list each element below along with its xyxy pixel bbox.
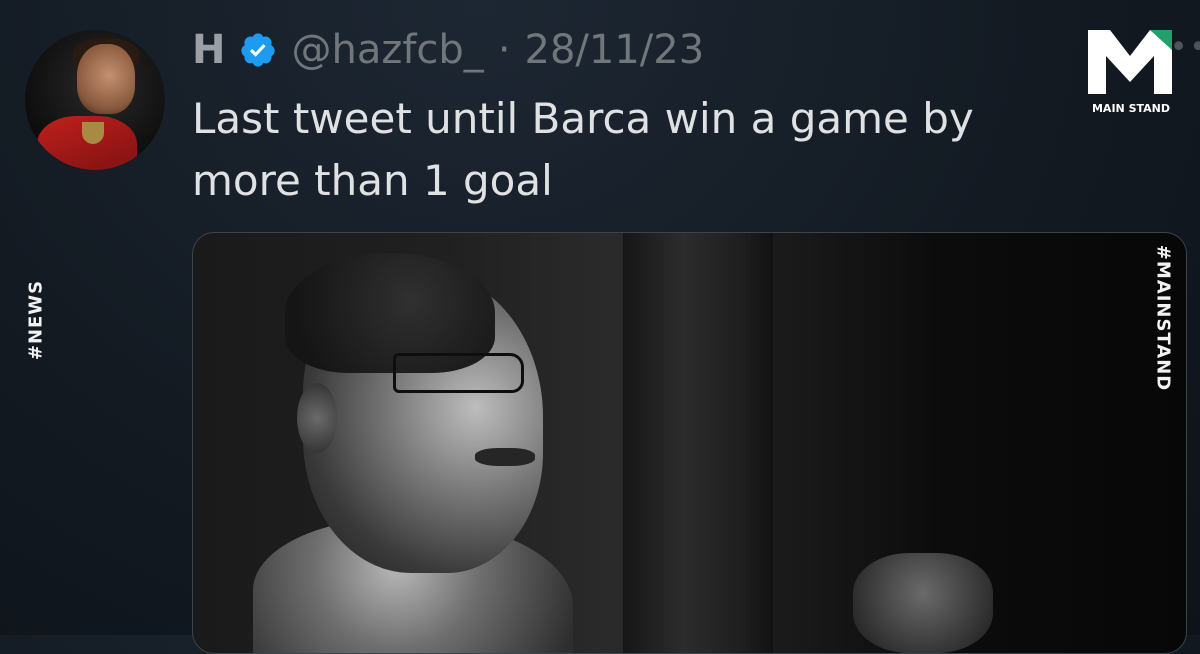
avatar-face bbox=[77, 44, 135, 114]
verified-badge-icon bbox=[241, 33, 276, 67]
display-name[interactable]: H bbox=[192, 27, 225, 73]
header-separator: · bbox=[497, 27, 511, 73]
news-side-tag: #NEWS bbox=[25, 279, 47, 361]
man-mustache bbox=[475, 448, 535, 466]
mainstand-side-tag: #MAINSTAND bbox=[1152, 244, 1174, 392]
tweet-text: Last tweet until Barca win a game by mor… bbox=[192, 94, 974, 205]
man-ear bbox=[297, 383, 337, 453]
background-curtain bbox=[623, 233, 773, 653]
avatar-jersey bbox=[37, 116, 137, 170]
tweet-media-image[interactable] bbox=[192, 232, 1187, 654]
user-handle[interactable]: @hazfcb_ bbox=[291, 27, 483, 73]
profile-avatar[interactable] bbox=[25, 30, 165, 170]
man-glasses bbox=[393, 353, 524, 393]
logo-caption: MAIN STAND bbox=[1091, 102, 1170, 115]
tweet-date[interactable]: 28/11/23 bbox=[525, 27, 705, 73]
tweet-header: H @hazfcb_ · 28/11/23 bbox=[192, 24, 704, 76]
man-hand bbox=[853, 553, 993, 653]
